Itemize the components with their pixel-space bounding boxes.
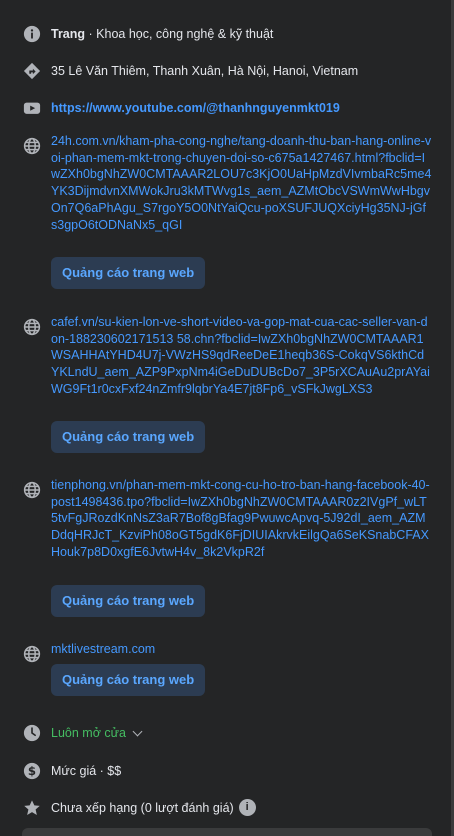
svg-text:$: $ <box>28 764 36 778</box>
youtube-link[interactable]: https://www.youtube.com/@thanhnguyenmkt0… <box>51 101 340 115</box>
category-label: · Khoa học, công nghệ & kỹ thuật <box>85 27 274 41</box>
advertise-website-button[interactable]: Quảng cáo trang web <box>51 585 206 617</box>
advertise-website-button[interactable]: Quảng cáo trang web <box>51 421 206 453</box>
next-card-edge <box>22 828 432 836</box>
rating-text: Chưa xếp hạng (0 lượt đánh giá) <box>51 801 234 815</box>
rating-info-icon[interactable]: i <box>238 799 256 817</box>
globe-icon <box>22 317 42 337</box>
info-icon <box>22 24 42 44</box>
price-text: Mức giá · $$ <box>51 764 122 778</box>
dollar-icon: $ <box>22 761 42 781</box>
website-link[interactable]: 24h.com.vn/kham-pha-cong-nghe/tang-doanh… <box>51 134 431 232</box>
website-link[interactable]: tienphong.vn/phan-mem-mkt-cong-cu-ho-tro… <box>51 478 430 559</box>
address-text: 35 Lê Văn Thiêm, Thanh Xuân, Hà Nội, Han… <box>51 64 359 78</box>
category-text: Trang · Khoa học, công nghệ & kỹ thuật <box>51 26 432 43</box>
youtube-icon <box>22 98 42 118</box>
star-icon <box>22 798 42 818</box>
chevron-down-icon[interactable] <box>132 726 143 737</box>
website-link[interactable]: mktlivestream.com <box>51 642 155 656</box>
category-prefix: Trang <box>51 27 86 41</box>
globe-icon <box>22 136 42 156</box>
directions-icon <box>22 61 42 81</box>
hours-text: Luôn mở cửa <box>51 726 126 740</box>
website-link[interactable]: cafef.vn/su-kien-lon-ve-short-video-va-g… <box>51 315 430 396</box>
advertise-website-button[interactable]: Quảng cáo trang web <box>51 664 206 696</box>
advertise-website-button[interactable]: Quảng cáo trang web <box>51 257 206 289</box>
globe-icon <box>22 644 42 664</box>
globe-icon <box>22 480 42 500</box>
page-about-panel: Trang · Khoa học, công nghệ & kỹ thuật 3… <box>0 0 454 836</box>
clock-icon <box>22 723 42 743</box>
